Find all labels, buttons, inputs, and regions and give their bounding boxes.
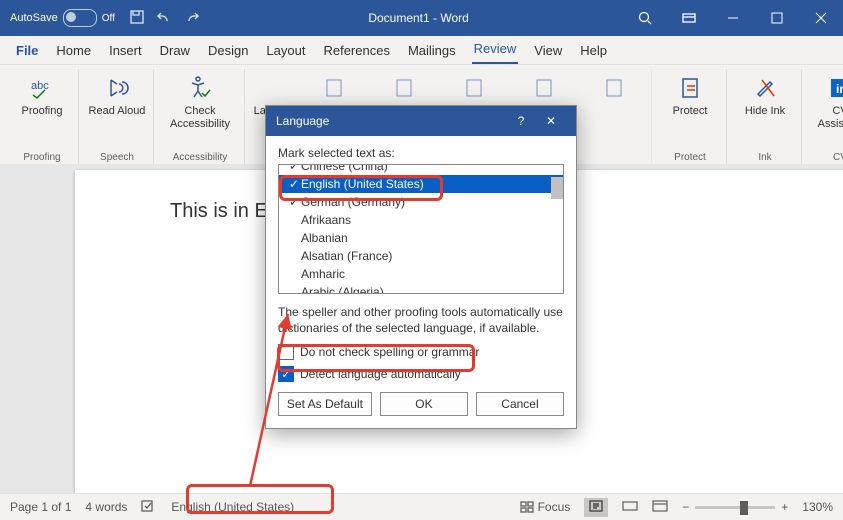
dialog-close-icon[interactable]: ✕ (536, 114, 566, 128)
zoom-in-icon[interactable]: + (781, 500, 788, 514)
status-bar: Page 1 of 1 4 words English (United Stat… (0, 493, 843, 520)
accessibility-icon (188, 71, 212, 105)
cv-assistant-button[interactable]: inCV Assistant (810, 71, 843, 131)
ribbon-tabs: File Home Insert Draw Design Layout Refe… (0, 36, 843, 65)
svg-text:abc: abc (31, 80, 49, 92)
redo-icon[interactable] (180, 11, 204, 30)
dialog-title: Language (276, 114, 329, 128)
cancel-button[interactable]: Cancel (476, 392, 564, 416)
scrollbar-thumb[interactable] (551, 177, 563, 199)
spellcheck-icon: abc (29, 71, 55, 105)
status-language[interactable]: English (United States) (171, 500, 294, 514)
proofing-button[interactable]: abcProofing (12, 71, 72, 118)
close-icon[interactable] (799, 0, 843, 36)
protect-button[interactable]: Protect (660, 71, 720, 118)
ink-icon (754, 71, 776, 105)
tab-references[interactable]: References (321, 38, 391, 64)
ribbon-display-icon[interactable] (667, 0, 711, 36)
tab-insert[interactable]: Insert (107, 38, 144, 64)
zoom-level[interactable]: 130% (802, 500, 833, 514)
tab-design[interactable]: Design (206, 38, 250, 64)
undo-icon[interactable] (152, 11, 176, 30)
tab-view[interactable]: View (532, 38, 564, 64)
view-print-icon[interactable] (584, 498, 608, 517)
title-bar: AutoSave Off Document1 - Word (0, 0, 843, 36)
document-title: Document1 - Word (214, 11, 623, 25)
status-words[interactable]: 4 words (85, 500, 127, 514)
status-spellcheck-icon[interactable] (141, 499, 157, 516)
tab-draw[interactable]: Draw (158, 38, 192, 64)
tab-mailings[interactable]: Mailings (406, 38, 458, 64)
set-default-button[interactable]: Set As Default (278, 392, 372, 416)
focus-button[interactable]: Focus (520, 500, 570, 514)
dialog-titlebar[interactable]: Language ? ✕ (266, 106, 576, 136)
language-item[interactable]: Alsatian (France) (279, 247, 563, 265)
mark-label: Mark selected text as: (278, 146, 564, 160)
language-item[interactable]: ✓German (Germany) (279, 193, 563, 211)
svg-text:in: in (836, 82, 843, 96)
dont-check-row[interactable]: Do not check spelling or grammar (278, 344, 564, 360)
check-accessibility-button[interactable]: Check Accessibility (162, 71, 238, 131)
search-icon[interactable] (623, 0, 667, 36)
checkbox-checked-icon[interactable]: ✓ (278, 366, 294, 382)
dialog-help-icon[interactable]: ? (506, 114, 536, 128)
linkedin-icon: in (829, 71, 843, 105)
language-item[interactable]: Albanian (279, 229, 563, 247)
read-aloud-button[interactable]: Read Aloud (87, 71, 147, 118)
tab-layout[interactable]: Layout (264, 38, 307, 64)
tab-file[interactable]: File (14, 38, 40, 64)
tab-help[interactable]: Help (578, 38, 609, 64)
document-text: This is in E (170, 200, 268, 222)
tab-review[interactable]: Review (472, 36, 519, 64)
language-item[interactable]: Amharic (279, 265, 563, 283)
tab-home[interactable]: Home (54, 38, 93, 64)
language-item[interactable]: Afrikaans (279, 211, 563, 229)
status-page[interactable]: Page 1 of 1 (10, 500, 71, 514)
ok-button[interactable]: OK (380, 392, 468, 416)
language-item[interactable]: Arabic (Algeria) (279, 283, 563, 294)
hide-ink-button[interactable]: Hide Ink (735, 71, 795, 118)
shield-icon (679, 71, 701, 105)
zoom-out-icon[interactable]: − (682, 500, 689, 514)
ribbon-placeholder-5[interactable] (585, 71, 645, 118)
language-dialog: Language ? ✕ Mark selected text as: ✓Chi… (265, 105, 577, 429)
view-read-icon[interactable] (622, 500, 638, 515)
maximize-icon[interactable] (755, 0, 799, 36)
view-web-icon[interactable] (652, 500, 668, 515)
toggle-off-icon (63, 9, 97, 27)
language-list[interactable]: ✓Chinese (China)✓English (United States)… (278, 164, 564, 294)
zoom-slider[interactable]: − + (682, 500, 788, 514)
language-item[interactable]: ✓English (United States) (279, 175, 563, 193)
save-icon[interactable] (125, 11, 149, 30)
dialog-explain: The speller and other proofing tools aut… (278, 304, 564, 336)
minimize-icon[interactable] (711, 0, 755, 36)
language-item[interactable]: ✓Chinese (China) (279, 164, 563, 175)
autosave-toggle[interactable]: AutoSave Off (10, 9, 115, 27)
checkbox-unchecked-icon[interactable] (278, 344, 294, 360)
read-aloud-icon (105, 71, 129, 105)
detect-row[interactable]: ✓ Detect language automatically (278, 366, 564, 382)
